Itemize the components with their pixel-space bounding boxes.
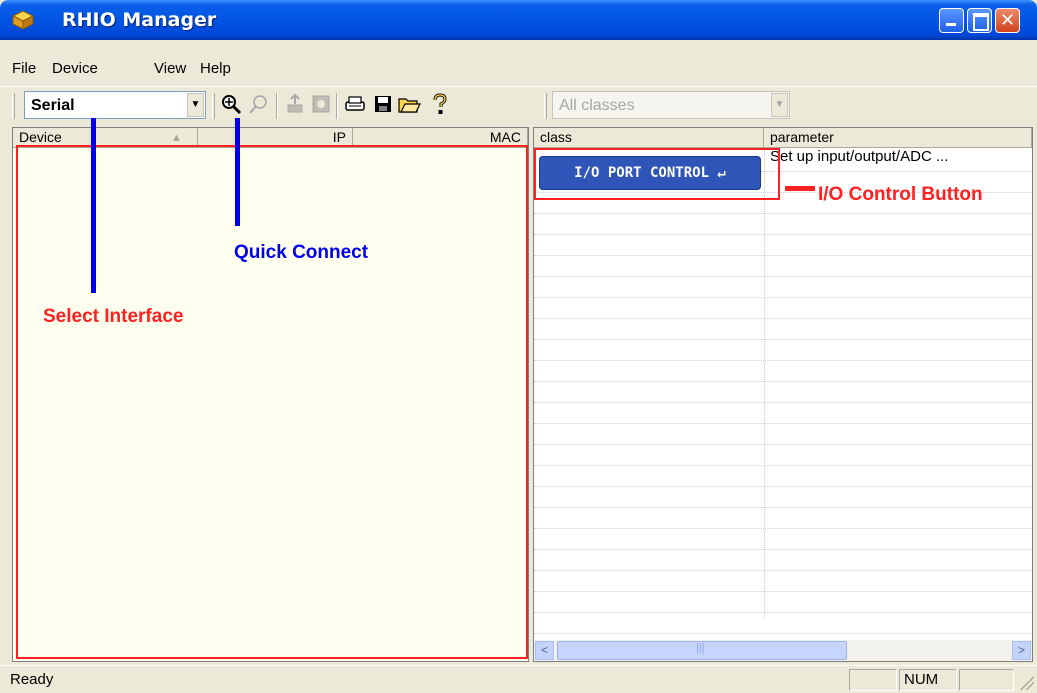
menu-file[interactable]: File [12, 60, 36, 77]
annotation-pointer-io-control [785, 186, 815, 191]
annotation-pointer-select-interface [91, 118, 96, 293]
grid-row-line [534, 570, 1032, 571]
print-button[interactable] [342, 93, 368, 119]
toolbar-grip[interactable] [212, 93, 215, 119]
print-icon [345, 96, 365, 111]
column-header-parameter[interactable]: parameter [764, 128, 1032, 148]
annotation-io-button-box [534, 148, 780, 200]
status-pane-caps [849, 669, 897, 691]
toolbar-grip[interactable] [12, 93, 15, 119]
chevron-down-icon[interactable]: ▼ [187, 93, 204, 117]
scrollbar-thumb[interactable] [557, 641, 847, 660]
grid-row-line [534, 612, 1032, 613]
save-icon [375, 96, 391, 112]
minimize-button[interactable] [939, 8, 964, 33]
toolbar-separator [276, 93, 278, 119]
grid-row-line [534, 234, 1032, 235]
quick-connect-icon [222, 95, 242, 115]
column-header-device-label: Device [19, 129, 62, 145]
grid-row-line [534, 213, 1032, 214]
help-button[interactable] [426, 93, 452, 119]
annotation-select-interface: Select Interface [40, 304, 187, 330]
toolbar-separator [336, 93, 338, 119]
interface-select[interactable]: Serial ▼ [24, 91, 206, 119]
grid-row-line [534, 486, 1032, 487]
menu-row: File Device View Help [0, 60, 1037, 82]
help-icon [433, 93, 447, 114]
scroll-right-icon[interactable]: > [1012, 641, 1031, 660]
grid-column-divider [764, 148, 765, 618]
grid-row-line [534, 465, 1032, 466]
grid-row-line [534, 528, 1032, 529]
status-text: Ready [10, 671, 54, 688]
scroll-left-icon[interactable]: < [535, 641, 554, 660]
window-title: RHIO Manager [62, 9, 217, 31]
menu-view[interactable]: View [154, 60, 186, 77]
resize-grip-icon[interactable] [1018, 674, 1034, 690]
annotation-quick-connect: Quick Connect [234, 242, 369, 263]
grid-row-line [534, 591, 1032, 592]
grid-row-line [534, 402, 1032, 403]
grid-row-line [534, 318, 1032, 319]
save-button[interactable] [370, 93, 396, 119]
toolbar-grip[interactable] [544, 93, 547, 119]
toolbar: Serial ▼ All classes ▼ [0, 86, 1037, 124]
grid-row-line [534, 633, 1032, 634]
parameter-cell: Set up input/output/ADC ... [770, 148, 949, 165]
grid-row-line [534, 297, 1032, 298]
grid-row-line [534, 255, 1032, 256]
class-parameter-list[interactable]: class parameter I/O PORT CONTROL ↵ Set u… [533, 127, 1033, 662]
grid-row-line [534, 507, 1032, 508]
annotation-io-control: I/O Control Button [818, 184, 983, 205]
search-icon [249, 95, 267, 114]
app-window: RHIO Manager ✕ File Device View Help Ser… [0, 0, 1037, 693]
class-filter-value: All classes [559, 97, 635, 114]
menu-device[interactable]: Device [52, 60, 98, 77]
app-cube-icon [12, 10, 34, 30]
upload-icon [287, 93, 303, 113]
horizontal-scrollbar[interactable]: < > [534, 640, 1032, 661]
grid-row-line [534, 339, 1032, 340]
annotation-pointer-quick-connect [235, 118, 240, 226]
search-button[interactable] [246, 93, 272, 119]
grid-row-line [534, 360, 1032, 361]
column-header-class[interactable]: class [534, 128, 764, 148]
close-icon: ✕ [999, 10, 1016, 30]
open-button[interactable] [396, 93, 422, 119]
refresh-icon [312, 95, 330, 113]
status-pane-scroll [959, 669, 1014, 691]
menu-help[interactable]: Help [200, 60, 231, 77]
title-bar[interactable]: RHIO Manager ✕ [0, 0, 1037, 40]
quick-connect-button[interactable] [218, 93, 244, 119]
grid-row-line [534, 444, 1032, 445]
upload-button[interactable] [282, 93, 308, 119]
status-bar: Ready NUM [0, 665, 1037, 693]
status-pane-num: NUM [899, 669, 957, 691]
chevron-down-icon[interactable]: ▼ [771, 93, 788, 117]
open-folder-icon [398, 98, 421, 113]
grid-row-line [534, 381, 1032, 382]
grid-row-line [534, 423, 1032, 424]
class-filter-select[interactable]: All classes ▼ [552, 91, 790, 119]
interface-select-value: Serial [31, 97, 75, 114]
grid-row-line [534, 276, 1032, 277]
close-button[interactable]: ✕ [995, 8, 1020, 33]
maximize-button[interactable] [967, 8, 992, 33]
refresh-button[interactable] [308, 93, 334, 119]
grid-row-line [534, 549, 1032, 550]
